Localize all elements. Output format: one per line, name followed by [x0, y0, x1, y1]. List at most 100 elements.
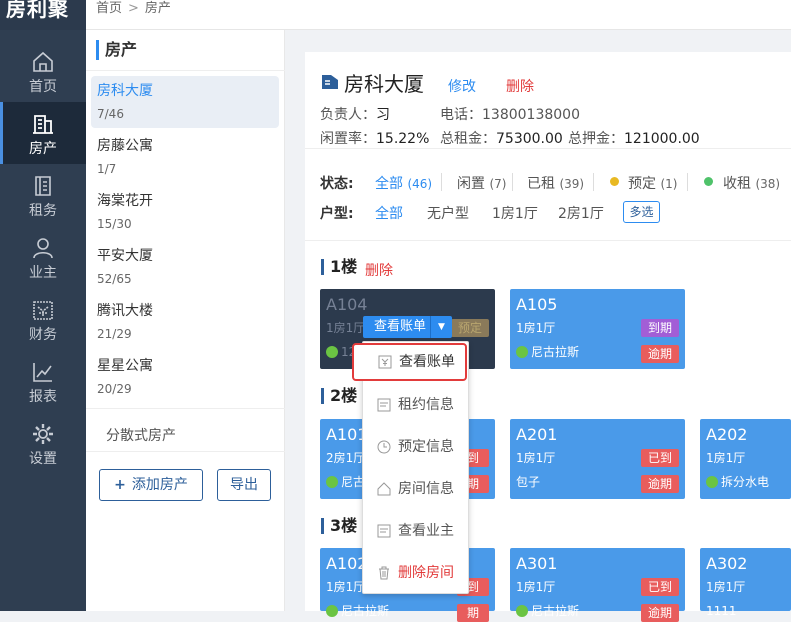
- divider: [305, 148, 791, 149]
- nav-label: 房产: [29, 141, 57, 157]
- menu-item-label: 查看账单: [399, 354, 455, 370]
- phone-info: 电话：13800138000: [440, 104, 580, 124]
- wechat-icon: [326, 346, 338, 358]
- room-card-a302[interactable]: A302 1房1厅 1111: [700, 548, 791, 618]
- building-doc-icon: [322, 75, 338, 89]
- nav-item-rent[interactable]: 租务: [0, 164, 86, 226]
- divider: [86, 451, 285, 452]
- nav-label: 业主: [29, 265, 57, 281]
- building-count: 15/30: [97, 217, 132, 231]
- building-item[interactable]: 平安大厦 52/65: [91, 241, 279, 293]
- user-icon: [33, 238, 53, 259]
- breadcrumb-separator: >: [128, 1, 139, 16]
- building-name: 腾讯大楼: [97, 303, 153, 319]
- building-item[interactable]: 房藤公寓 1/7: [91, 131, 279, 183]
- chart-icon: [33, 363, 52, 382]
- menu-item-delete-room[interactable]: 删除房间: [363, 555, 470, 591]
- export-button[interactable]: 导出: [217, 469, 271, 501]
- delete-building-link[interactable]: 删除: [506, 76, 534, 96]
- document-icon: [377, 524, 391, 538]
- building-item[interactable]: 腾讯大楼 21/29: [91, 296, 279, 348]
- status-filter-rented[interactable]: 已租 (39): [527, 173, 584, 193]
- add-property-button[interactable]: + 添加房产: [99, 469, 203, 501]
- menu-item-reserve-info[interactable]: 预定信息: [363, 429, 470, 465]
- status-badge: 期: [457, 604, 489, 622]
- view-bill-split-button[interactable]: 查看账单 ▼: [363, 316, 452, 338]
- status-badge: 预定: [451, 319, 489, 337]
- home-icon: [33, 51, 53, 72]
- status-badge: 逾期: [641, 475, 679, 493]
- menu-item-room-info[interactable]: 房间信息: [363, 471, 470, 507]
- building-count: 1/7: [97, 162, 117, 176]
- manager-info: 负责人：习: [320, 104, 390, 124]
- breadcrumb: 首页 > 房产: [96, 0, 171, 16]
- type-filter-none[interactable]: 无户型: [427, 203, 469, 223]
- status-badge: 到期: [641, 319, 679, 337]
- building-icon: [33, 115, 53, 134]
- room-card-a301[interactable]: A301 1房1厅 尼古拉斯 已到 逾期: [510, 548, 685, 622]
- building-count: 7/46: [97, 107, 124, 121]
- status-badge: 逾期: [641, 604, 679, 622]
- nav-item-settings[interactable]: 设置: [0, 412, 86, 474]
- type-filter-1b1l[interactable]: 1房1厅: [492, 203, 538, 223]
- type-filter-all[interactable]: 全部: [375, 203, 403, 223]
- status-filter-reserved[interactable]: 预定 (1): [628, 173, 677, 193]
- building-count: 21/29: [97, 327, 132, 341]
- filter-count: (39): [559, 177, 585, 191]
- status-filter-vacant[interactable]: 闲置 (7): [457, 173, 506, 193]
- status-badge: 已到: [641, 578, 679, 596]
- chevron-down-icon[interactable]: ▼: [430, 316, 452, 338]
- type-filter-2b1l[interactable]: 2房1厅: [558, 203, 604, 223]
- room-action-menu: 查看账单 租约信息 预定信息 房间信息 查看业主 删除房间: [352, 341, 470, 594]
- room-card-a201[interactable]: A201 1房1厅 包子 已到 逾期: [510, 419, 685, 499]
- nav-item-property[interactable]: 房产: [0, 102, 86, 164]
- side-nav: 首页 房产 租务 业主 财务 报表 设置: [0, 30, 86, 611]
- room-card-a105[interactable]: A105 1房1厅 尼古拉斯 到期 逾期: [510, 289, 685, 369]
- filter-count: (1): [660, 177, 678, 191]
- building-name: 平安大厦: [97, 248, 153, 264]
- building-item[interactable]: 海棠花开 15/30: [91, 186, 279, 238]
- phone-value: 13800138000: [482, 107, 580, 123]
- edit-building-link[interactable]: 修改: [448, 76, 476, 96]
- view-bill-button[interactable]: 查看账单: [374, 319, 426, 334]
- filter-label: 收租: [723, 176, 751, 192]
- scattered-property-link[interactable]: 分散式房产: [106, 425, 176, 445]
- nav-item-owner[interactable]: 业主: [0, 226, 86, 288]
- multi-select-button[interactable]: 多选: [623, 201, 660, 223]
- menu-item-view-owner[interactable]: 查看业主: [363, 513, 470, 549]
- breadcrumb-home[interactable]: 首页: [96, 1, 122, 16]
- bill-icon: [378, 355, 392, 369]
- tenant: 1111: [706, 604, 737, 618]
- status-filter-collect[interactable]: 收租 (38): [723, 173, 780, 193]
- status-badge: 逾期: [641, 345, 679, 363]
- filter-count: (7): [489, 177, 507, 191]
- room-card-a202[interactable]: A202 1房1厅 拆分水电: [700, 419, 791, 499]
- nav-label: 财务: [29, 327, 57, 343]
- tenant-name: 尼古拉斯: [531, 345, 580, 359]
- menu-item-label: 删除房间: [398, 565, 454, 581]
- building-item[interactable]: 星星公寓 20/29: [91, 351, 279, 403]
- nav-item-home[interactable]: 首页: [0, 40, 86, 102]
- delete-floor-link[interactable]: 删除: [365, 260, 393, 280]
- vacancy-info: 闲置率：15.22%: [320, 128, 429, 148]
- menu-item-view-bill[interactable]: 查看账单: [352, 343, 467, 381]
- floor-title: 2楼: [321, 388, 357, 404]
- filter-count: (38): [755, 177, 781, 191]
- trash-icon: [379, 566, 389, 580]
- plus-icon: +: [114, 477, 126, 493]
- divider: [512, 173, 513, 191]
- status-filter-all[interactable]: 全部 (46): [375, 173, 432, 193]
- nav-item-finance[interactable]: 财务: [0, 288, 86, 350]
- document-icon: [377, 398, 391, 412]
- divider: [86, 408, 285, 409]
- breadcrumb-current: 房产: [144, 1, 171, 16]
- divider: [441, 173, 442, 191]
- tenant-name: 尼古拉斯: [341, 604, 390, 618]
- wechat-icon: [326, 605, 338, 617]
- nav-item-report[interactable]: 报表: [0, 350, 86, 412]
- building-item[interactable]: 房科大厦 7/46: [91, 76, 279, 128]
- menu-item-lease-info[interactable]: 租约信息: [363, 387, 470, 423]
- filter-label: 闲置: [457, 176, 485, 192]
- divider: [86, 70, 285, 71]
- clock-icon: [377, 440, 391, 454]
